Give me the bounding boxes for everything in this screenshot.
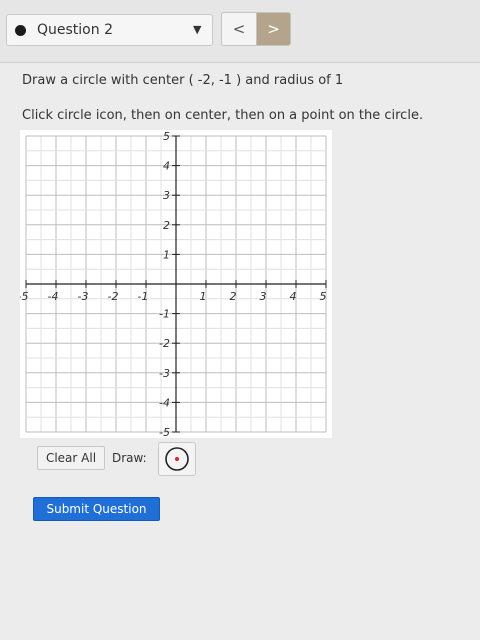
question-select[interactable]: Question 2 ▼ xyxy=(6,14,213,46)
x-tick-label: 5 xyxy=(320,290,327,303)
x-tick-label: 4 xyxy=(290,290,297,303)
problem-statement: Draw a circle with center ( -2, -1 ) and… xyxy=(22,73,344,88)
coordinate-graph[interactable]: -5 -4 -3 -2 -1 1 2 3 4 5 5 4 3 2 1 -1 -2 -3 -4 -5 xyxy=(20,130,332,438)
x-tick-label: -1 xyxy=(138,290,149,303)
y-tick-label: -2 xyxy=(159,337,170,350)
y-tick-label: -5 xyxy=(159,426,170,438)
previous-question-button[interactable]: < xyxy=(221,12,257,46)
x-tick-label: 3 xyxy=(260,290,267,303)
circle-icon xyxy=(165,447,189,471)
y-tick-label: -4 xyxy=(159,396,170,409)
y-tick-label: 3 xyxy=(163,189,170,202)
x-tick-label: 2 xyxy=(230,290,237,303)
y-tick-label: 1 xyxy=(163,248,170,261)
x-tick-label: -3 xyxy=(78,290,89,303)
submit-question-button[interactable]: Submit Question xyxy=(33,497,160,521)
y-tick-label: 4 xyxy=(163,160,170,173)
y-tick-label: 5 xyxy=(163,130,170,143)
y-tick-label: 2 xyxy=(163,219,170,232)
x-tick-label: -4 xyxy=(48,290,59,303)
drawing-instructions: Click circle icon, then on center, then … xyxy=(22,108,424,123)
x-tick-label: 1 xyxy=(200,290,207,303)
question-nav-bar: Question 2 ▼ < > xyxy=(0,0,480,63)
caret-down-icon: ▼ xyxy=(193,23,202,36)
x-tick-label: -2 xyxy=(108,290,119,303)
clear-all-button[interactable]: Clear All xyxy=(37,446,105,470)
draw-label: Draw: xyxy=(112,451,147,465)
question-status-dot-icon xyxy=(15,25,26,36)
circle-tool-button[interactable] xyxy=(158,442,196,476)
y-tick-label: -1 xyxy=(159,308,170,321)
next-question-button[interactable]: > xyxy=(256,12,291,46)
question-select-label: Question 2 xyxy=(37,22,113,38)
x-tick-label: -5 xyxy=(20,290,28,303)
y-tick-label: -3 xyxy=(159,367,170,380)
